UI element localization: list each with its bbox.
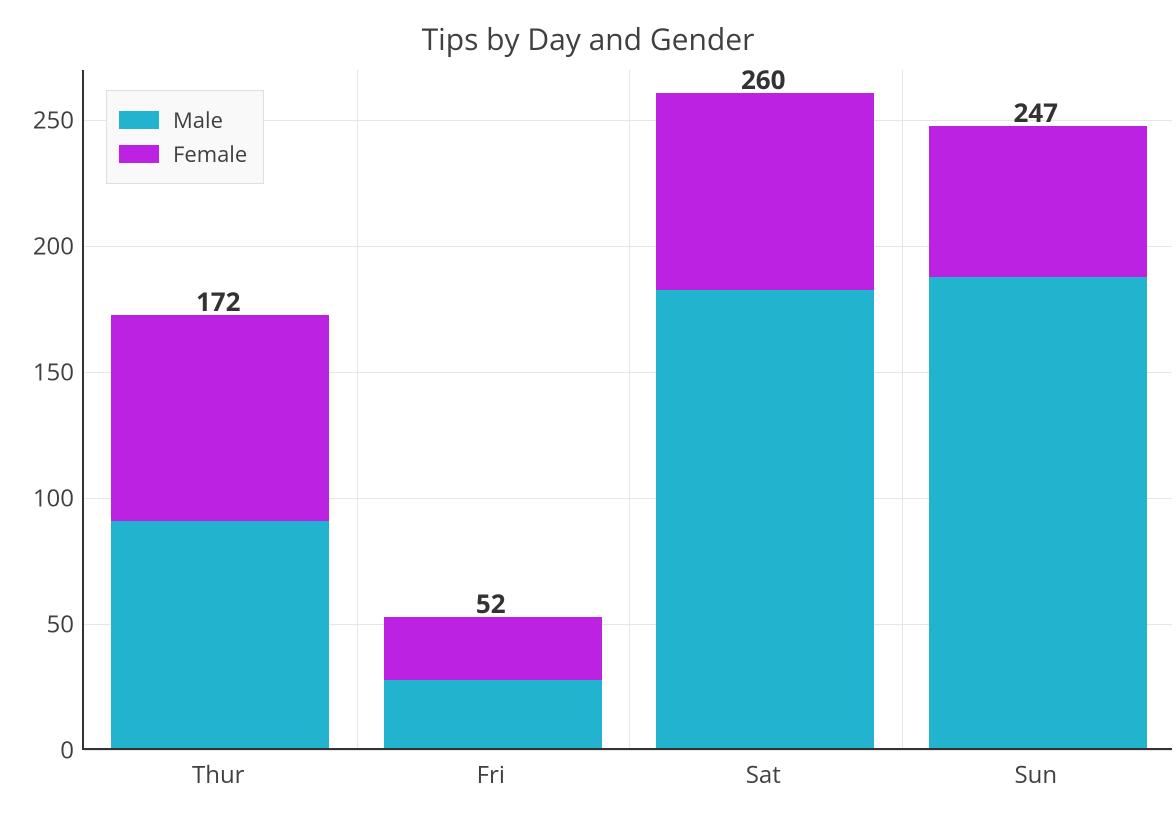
legend-swatch-male: [119, 111, 159, 129]
y-tick-label: 250: [33, 104, 74, 137]
legend-label-male: Male: [173, 105, 223, 135]
gridline-v: [629, 70, 630, 748]
bar-total-label: 52: [476, 585, 506, 621]
bar-female[interactable]: [111, 315, 329, 522]
bar-group: [929, 68, 1147, 748]
bar-male[interactable]: [111, 521, 329, 748]
bar-female[interactable]: [384, 617, 602, 680]
y-tick-label: 150: [33, 356, 74, 389]
y-tick-label: 0: [60, 734, 74, 767]
bar-male[interactable]: [929, 277, 1147, 748]
bar-male[interactable]: [384, 680, 602, 748]
bar-group: [656, 68, 874, 748]
bar-total-label: 260: [741, 61, 786, 97]
y-tick-label: 100: [33, 482, 74, 515]
bar-total-label: 172: [196, 283, 241, 319]
legend: Male Female: [106, 90, 264, 184]
x-tick-label: Sat: [746, 758, 781, 791]
gridline-h: [84, 750, 1172, 751]
legend-item-female: Female: [119, 139, 247, 169]
y-tick-label: 50: [47, 608, 74, 641]
legend-swatch-female: [119, 145, 159, 163]
gridline-v: [902, 70, 903, 748]
chart-title: Tips by Day and Gender: [422, 18, 755, 59]
legend-item-male: Male: [119, 105, 247, 135]
legend-label-female: Female: [173, 139, 247, 169]
x-tick-label: Sun: [1014, 758, 1057, 791]
x-tick-label: Thur: [192, 758, 244, 791]
bar-female[interactable]: [929, 126, 1147, 277]
bar-total-label: 247: [1013, 94, 1058, 130]
bar-female[interactable]: [656, 93, 874, 289]
y-tick-label: 200: [33, 230, 74, 263]
chart-container: Tips by Day and Gender Male Female 0 50 10…: [0, 0, 1176, 830]
bar-group: [384, 68, 602, 748]
bar-male[interactable]: [656, 290, 874, 748]
gridline-v: [357, 70, 358, 748]
x-tick-label: Fri: [477, 758, 505, 791]
